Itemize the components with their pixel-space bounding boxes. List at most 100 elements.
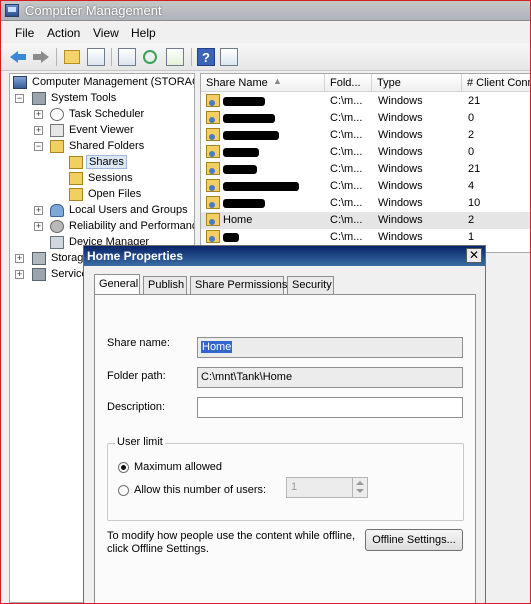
redacted-share-name [223, 233, 239, 242]
tree-item-local-users[interactable]: + Local Users and Groups [10, 203, 194, 219]
share-icon [206, 213, 220, 226]
storage-icon [32, 252, 46, 265]
share-name-field[interactable]: Home [197, 337, 463, 358]
up-folder-icon[interactable] [64, 50, 80, 64]
table-row[interactable]: C:\m... Windows 21 [201, 161, 530, 178]
back-icon[interactable] [9, 48, 27, 66]
expand-icon[interactable]: + [34, 126, 43, 135]
column-header-folder[interactable]: Fold... [325, 74, 372, 92]
table-row[interactable]: C:\m... Windows 10 [201, 195, 530, 212]
spin-up-icon[interactable] [356, 481, 364, 485]
share-icon [206, 179, 220, 192]
tools-icon [32, 92, 46, 105]
redacted-share-name [223, 131, 279, 140]
table-row[interactable]: C:\m... Windows 2 [201, 127, 530, 144]
expand-icon[interactable]: + [34, 110, 43, 119]
tree-item-event-viewer[interactable]: + Event Viewer [10, 123, 194, 139]
toolbar-separator [56, 48, 57, 66]
tree-item-open-files[interactable]: Open Files [10, 187, 194, 203]
user-count-stepper[interactable]: 1 [286, 477, 368, 498]
collapse-icon[interactable]: − [34, 142, 43, 151]
tree-item-shared-folders[interactable]: − Shared Folders [10, 139, 194, 155]
sessions-icon [69, 172, 83, 185]
table-row[interactable]: C:\m... Windows 0 [201, 144, 530, 161]
user-limit-group: User limit Maximum allowed Allow this nu… [107, 436, 464, 521]
menu-action[interactable]: Action [47, 26, 80, 40]
column-header-type[interactable]: Type [372, 74, 462, 92]
list-header: Share Name ▲ Fold... Type # Client Conn [201, 74, 530, 92]
redacted-share-name [223, 114, 275, 123]
description-input[interactable] [197, 397, 463, 418]
collapse-icon[interactable]: − [15, 94, 24, 103]
share-icon [206, 162, 220, 175]
table-row[interactable]: C:\m... Windows 21 [201, 93, 530, 110]
refresh-icon[interactable] [143, 50, 157, 64]
maximum-allowed-radio[interactable] [118, 462, 129, 473]
export-icon[interactable] [166, 48, 184, 66]
tree-item-root[interactable]: Computer Management (STORAGE [10, 75, 194, 91]
title-bar: Computer Management [1, 1, 530, 21]
table-row[interactable]: C:\m... Windows 0 [201, 110, 530, 127]
forward-icon[interactable] [32, 48, 50, 66]
menu-bar: File Action View Help [1, 22, 530, 42]
share-icon [206, 128, 220, 141]
show-hide-tree-icon[interactable] [87, 48, 105, 66]
toolbar-separator [191, 48, 192, 66]
help-icon[interactable]: ? [197, 48, 215, 66]
expand-icon[interactable]: + [15, 270, 24, 279]
tab-publish[interactable]: Publish [143, 276, 187, 294]
menu-help[interactable]: Help [131, 26, 156, 40]
tab-security[interactable]: Security [287, 276, 334, 294]
user-limit-label: User limit [115, 436, 165, 448]
tree-item-sessions[interactable]: Sessions [10, 171, 194, 187]
share-icon [206, 94, 220, 107]
spin-down-icon[interactable] [356, 489, 364, 493]
window-title: Computer Management [25, 3, 162, 18]
menu-view[interactable]: View [93, 26, 119, 40]
share-icon [206, 196, 220, 209]
computer-management-icon [5, 4, 19, 17]
clock-icon [50, 108, 64, 121]
expand-icon[interactable]: + [34, 206, 43, 215]
shared-folder-icon [50, 140, 64, 153]
shares-icon [69, 156, 83, 169]
tree-item-shares[interactable]: Shares [10, 155, 194, 171]
table-row-selected[interactable]: Home C:\m... Windows 2 [201, 212, 530, 229]
expand-icon[interactable]: + [15, 254, 24, 263]
column-header-share-name[interactable]: Share Name ▲ [201, 74, 325, 92]
general-tab-panel: Share name: Home Folder path: C:\mnt\Tan… [94, 294, 476, 603]
offline-text-line1: To modify how people use the content whi… [107, 530, 356, 542]
menu-file[interactable]: File [15, 26, 34, 40]
shares-list: Share Name ▲ Fold... Type # Client Conn … [200, 73, 530, 253]
folder-path-label: Folder path: [107, 370, 166, 382]
tab-share-permissions[interactable]: Share Permissions [190, 276, 287, 294]
computer-icon [13, 76, 27, 89]
tree-item-reliability[interactable]: + Reliability and Performanc [10, 219, 194, 235]
open-files-icon [69, 188, 83, 201]
table-row[interactable]: C:\m... Windows 1 [201, 229, 530, 246]
dialog-title: Home Properties [87, 249, 184, 263]
expand-icon[interactable]: + [34, 222, 43, 231]
folder-path-field[interactable]: C:\mnt\Tank\Home [197, 367, 463, 388]
description-label: Description: [107, 401, 166, 413]
sort-ascending-icon: ▲ [273, 76, 282, 86]
tab-general[interactable]: General [94, 274, 140, 295]
toolbar-separator [111, 48, 112, 66]
services-icon [32, 268, 46, 281]
tree-item-task-scheduler[interactable]: + Task Scheduler [10, 107, 194, 123]
maximum-allowed-label: Maximum allowed [134, 461, 223, 473]
properties-icon[interactable] [118, 48, 136, 66]
event-viewer-icon [50, 124, 64, 137]
table-row[interactable]: C:\m... Windows 4 [201, 178, 530, 195]
offline-settings-button[interactable]: Offline Settings... [365, 529, 463, 551]
close-icon[interactable]: ✕ [466, 248, 482, 263]
column-header-client-connections[interactable]: # Client Conn [462, 74, 530, 92]
share-icon [206, 230, 220, 243]
redacted-share-name [223, 97, 265, 106]
show-hide-action-pane-icon[interactable] [220, 48, 238, 66]
toolbar: ? [1, 43, 530, 71]
tree-item-system-tools[interactable]: − System Tools [10, 91, 194, 107]
device-manager-icon [50, 236, 64, 249]
share-icon [206, 145, 220, 158]
allow-number-radio[interactable] [118, 485, 129, 496]
